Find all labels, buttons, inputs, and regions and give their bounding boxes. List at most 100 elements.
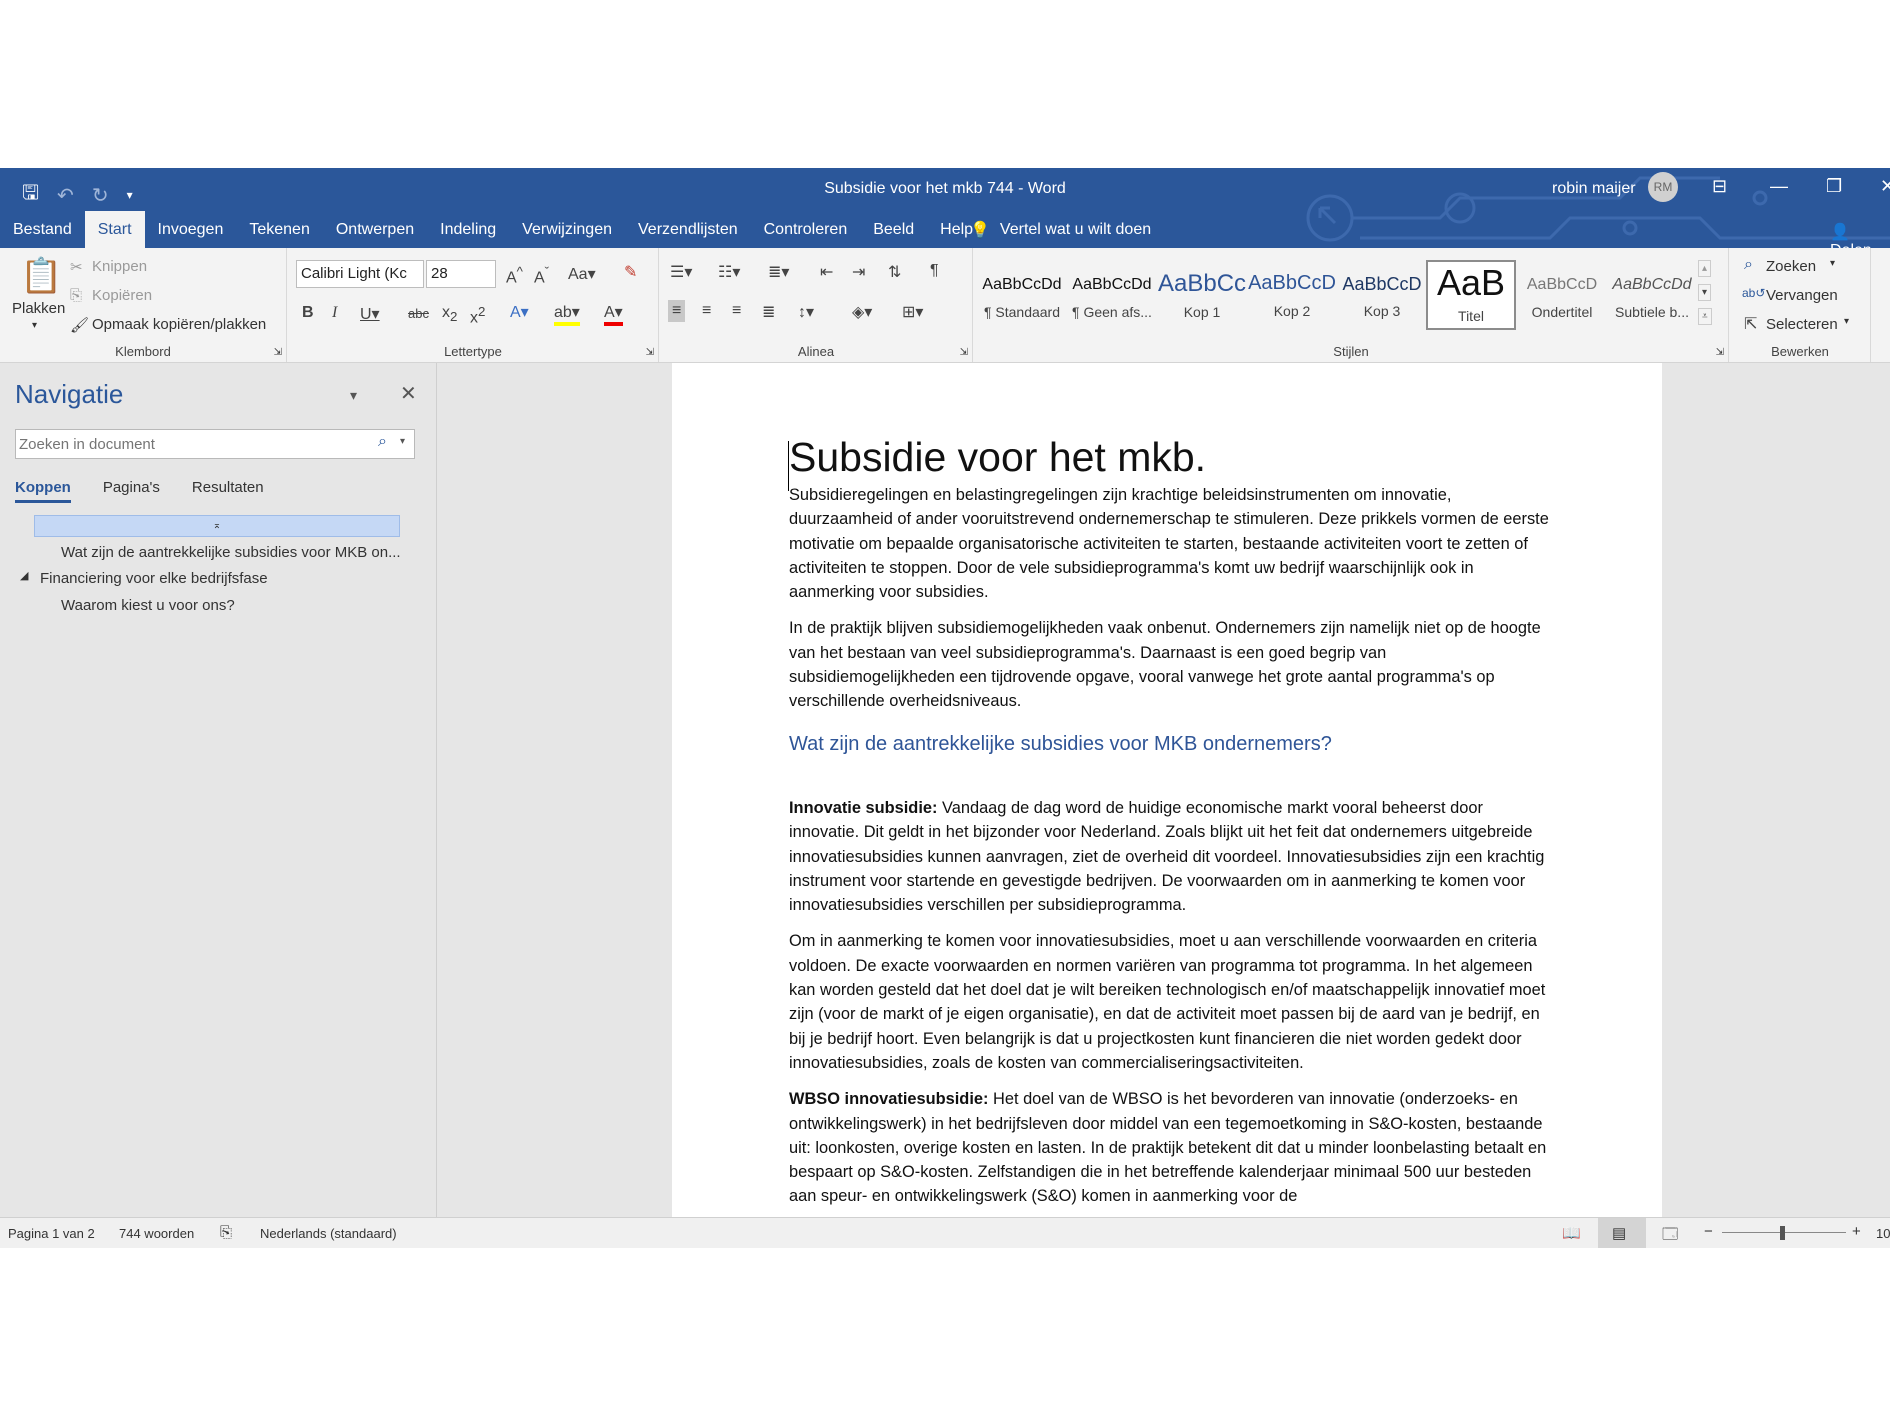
paste-dropdown-icon[interactable]: ▾ (32, 320, 37, 331)
style-preview: AaBbCcDd (982, 276, 1062, 293)
tell-me-box[interactable]: 💡 Vertel wat u wilt doen (970, 220, 1151, 240)
bold-icon[interactable]: B (302, 304, 314, 322)
format-painter-button[interactable]: Opmaak kopiëren/plakken (92, 316, 266, 333)
multilevel-list-icon[interactable]: ≣▾ (768, 262, 789, 282)
font-group: Calibri Light (Kc 28 A^ Aˇ Aa▾ ✎ B I U▾ … (288, 248, 659, 362)
heading-item[interactable]: Financiering voor elke bedrijfsfase (40, 570, 268, 587)
ribbon-display-icon[interactable]: ⊟ (1712, 176, 1727, 197)
style-kop3[interactable]: AaBbCcD Kop 3 (1338, 260, 1426, 330)
styles-scroll-down-icon[interactable]: ▾ (1698, 284, 1712, 301)
print-layout-icon[interactable]: ▤ (1612, 1224, 1626, 1242)
line-spacing-icon[interactable]: ↕▾ (798, 302, 814, 322)
tab-invoegen[interactable]: Invoegen (145, 221, 237, 248)
zoom-level[interactable]: 10 (1876, 1226, 1890, 1241)
styles-scroll-up-icon[interactable]: ▴ (1698, 260, 1712, 277)
style-ondertitel[interactable]: AaBbCcD Ondertitel (1518, 260, 1606, 330)
tab-verzendlijsten[interactable]: Verzendlijsten (625, 221, 751, 248)
tab-resultaten[interactable]: Resultaten (192, 479, 264, 503)
find-button[interactable]: Zoeken (1766, 258, 1816, 275)
zoom-out-icon[interactable]: − (1704, 1223, 1713, 1240)
tab-bestand[interactable]: Bestand (0, 221, 85, 248)
font-color-icon[interactable]: A▾ (604, 302, 623, 326)
clear-formatting-icon[interactable]: ✎ (624, 262, 637, 282)
nav-close-icon[interactable]: ✕ (400, 381, 417, 406)
heading-item[interactable]: Wat zijn de aantrekkelijke subsidies voo… (61, 544, 401, 561)
search-input[interactable] (16, 430, 361, 458)
read-mode-icon[interactable]: 📖 (1562, 1224, 1581, 1242)
font-size-input[interactable]: 28 (426, 260, 496, 288)
increase-indent-icon[interactable]: ⇥ (852, 262, 865, 282)
style-titel[interactable]: AaB Titel (1426, 260, 1516, 330)
align-right-icon[interactable]: ≡ (732, 302, 741, 320)
select-dropdown-icon[interactable]: ▾ (1844, 316, 1849, 327)
style-subtiele-benadrukking[interactable]: AaBbCcDd Subtiele b... (1608, 260, 1696, 330)
search-icon[interactable]: ⌕ (378, 433, 387, 451)
change-case-icon[interactable]: Aa▾ (568, 264, 596, 284)
select-button[interactable]: Selecteren (1766, 316, 1838, 333)
replace-button[interactable]: Vervangen (1766, 287, 1838, 304)
user-name[interactable]: robin maijer (1552, 180, 1636, 198)
decrease-indent-icon[interactable]: ⇤ (820, 262, 833, 282)
page-count[interactable]: Pagina 1 van 2 (8, 1226, 95, 1241)
highlight-icon[interactable]: ab▾ (554, 302, 580, 326)
style-name: ¶ Geen afs... (1072, 304, 1152, 320)
subscript-icon[interactable]: x2 (442, 304, 457, 324)
paste-button[interactable]: Plakken (12, 300, 65, 317)
tab-beeld[interactable]: Beeld (860, 221, 927, 248)
style-geen-afstand[interactable]: AaBbCcDd ¶ Geen afs... (1068, 260, 1156, 330)
word-count[interactable]: 744 woorden (119, 1226, 194, 1241)
justify-icon[interactable]: ≣ (762, 302, 775, 322)
tab-paginas[interactable]: Pagina's (103, 479, 160, 503)
underline-icon[interactable]: U▾ (360, 304, 380, 324)
align-center-icon[interactable]: ≡ (702, 302, 711, 320)
zoom-in-icon[interactable]: + (1852, 1223, 1861, 1240)
borders-icon[interactable]: ⊞▾ (902, 302, 923, 322)
minimize-icon[interactable]: — (1770, 176, 1788, 197)
tab-indeling[interactable]: Indeling (427, 221, 509, 248)
align-left-icon[interactable]: ≡ (668, 300, 686, 322)
search-dropdown-icon[interactable]: ▾ (400, 436, 405, 447)
tab-controleren[interactable]: Controleren (751, 221, 861, 248)
cut-button[interactable]: Knippen (92, 258, 147, 275)
restore-icon[interactable]: ❐ (1826, 176, 1842, 197)
style-kop1[interactable]: AaBbCc Kop 1 (1158, 260, 1246, 330)
shrink-font-icon[interactable]: Aˇ (534, 264, 549, 287)
document-page[interactable]: Subsidie voor het mkb. Subsidieregelinge… (672, 363, 1662, 1217)
text-effects-icon[interactable]: A▾ (510, 302, 529, 322)
heading-selected[interactable]: ⌅ (34, 515, 400, 537)
tab-verwijzingen[interactable]: Verwijzingen (509, 221, 625, 248)
superscript-icon[interactable]: x2 (470, 304, 485, 327)
shading-icon[interactable]: ◈▾ (852, 302, 872, 322)
italic-icon[interactable]: I (332, 304, 337, 322)
styles-more-icon[interactable]: ⩡ (1698, 308, 1712, 325)
language[interactable]: Nederlands (standaard) (260, 1226, 397, 1241)
bullets-icon[interactable]: ☰▾ (670, 262, 692, 282)
style-standaard[interactable]: AaBbCcDd ¶ Standaard (978, 260, 1066, 330)
sort-icon[interactable]: ⇅ (888, 262, 901, 282)
close-icon[interactable]: ✕ (1880, 176, 1890, 197)
tab-start[interactable]: Start (84, 211, 145, 248)
avatar[interactable]: RM (1648, 172, 1678, 202)
proofing-icon[interactable]: ⎘ (220, 1224, 232, 1241)
clipboard-launcher-icon[interactable]: ⇲ (274, 347, 282, 358)
paragraph-launcher-icon[interactable]: ⇲ (960, 347, 968, 358)
heading-item[interactable]: Waarom kiest u voor ons? (61, 597, 235, 614)
tab-tekenen[interactable]: Tekenen (236, 221, 323, 248)
font-launcher-icon[interactable]: ⇲ (646, 347, 654, 358)
paste-icon[interactable]: 📋 (20, 256, 62, 296)
grow-font-icon[interactable]: A^ (506, 264, 523, 287)
nav-options-icon[interactable]: ▾ (350, 387, 357, 404)
numbering-icon[interactable]: ☷▾ (718, 262, 740, 282)
style-kop2[interactable]: AaBbCcD Kop 2 (1248, 260, 1336, 330)
show-formatting-icon[interactable]: ¶ (930, 262, 939, 280)
find-dropdown-icon[interactable]: ▾ (1830, 258, 1835, 269)
web-layout-icon[interactable]: 🗔 (1662, 1224, 1678, 1248)
collapse-triangle-icon[interactable]: ◢ (20, 569, 28, 582)
tab-ontwerpen[interactable]: Ontwerpen (323, 221, 427, 248)
styles-launcher-icon[interactable]: ⇲ (1716, 347, 1724, 358)
font-name-input[interactable]: Calibri Light (Kc (296, 260, 424, 288)
tab-koppen[interactable]: Koppen (15, 479, 71, 503)
zoom-slider-thumb[interactable] (1780, 1226, 1785, 1240)
strikethrough-icon[interactable]: abc (408, 306, 429, 321)
copy-button[interactable]: Kopiëren (92, 287, 152, 304)
